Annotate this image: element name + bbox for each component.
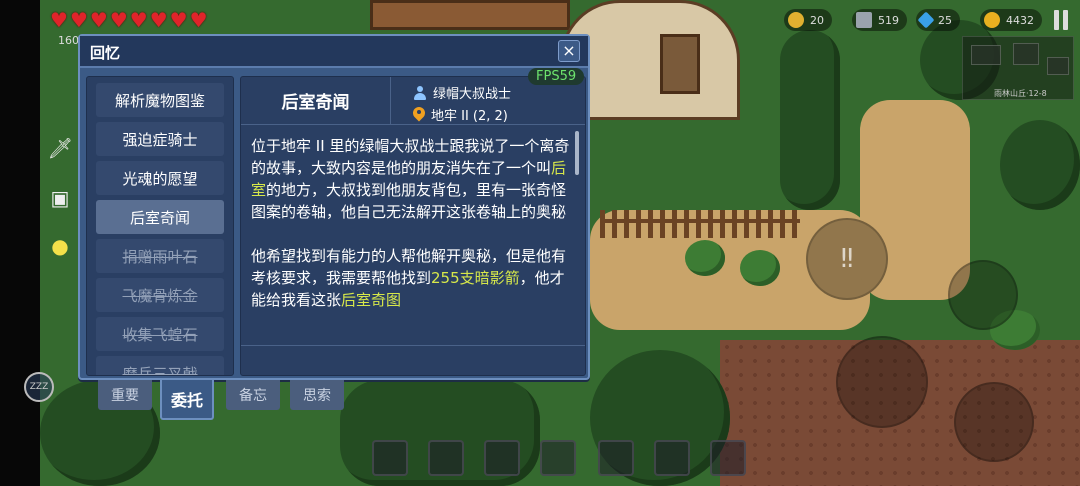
tab-commission[interactable]: 委托	[160, 380, 214, 420]
interact-button[interactable]: ‼	[806, 218, 888, 300]
left-screen-edge	[0, 0, 40, 486]
gem-resource: 25	[916, 9, 960, 31]
tab-important[interactable]: 重要	[98, 380, 152, 410]
hotbar-slot[interactable]	[428, 440, 464, 476]
attack-button[interactable]	[836, 336, 928, 428]
quest-description: 位于地牢 II 里的绿帽大叔战士跟我说了一个离奇的故事，大致内容是他的朋友消失在…	[251, 135, 577, 333]
lightbulb-icon[interactable]: ●	[48, 234, 72, 258]
minimap-room	[971, 45, 1001, 65]
tree-column	[780, 30, 840, 210]
minimap-room	[1047, 57, 1069, 75]
close-button[interactable]: ×	[558, 40, 580, 62]
ammo-count: 519	[878, 13, 899, 27]
quest-item-completed[interactable]: 收集飞蝗石	[96, 317, 224, 351]
skill-button[interactable]	[948, 260, 1018, 330]
quest-paragraph-1: 位于地牢 II 里的绿帽大叔战士跟我说了一个离奇的故事，大致内容是他的朋友消失在…	[251, 135, 577, 223]
coin-count: 4432	[1006, 13, 1034, 27]
fps-counter: FPS59	[528, 68, 585, 85]
heart-icon: ♥	[69, 8, 88, 32]
scrollbar[interactable]	[575, 131, 579, 175]
dialog-title: 回忆	[90, 44, 121, 62]
star-count: 20	[810, 13, 824, 27]
quest-title: 后室奇闻	[241, 77, 391, 125]
quest-paragraph-2: 他希望找到有能力的人帮他解开奥秘，但是他有考核要求，我需要帮他找到255支暗影箭…	[251, 245, 577, 311]
hotbar-slot[interactable]	[484, 440, 520, 476]
ammo-resource: 519	[852, 9, 907, 31]
heart-icon: ♥	[149, 8, 168, 32]
quest-giver-row: 绿帽大叔战士	[413, 83, 511, 102]
hotbar-slot[interactable]	[372, 440, 408, 476]
quest-item-completed[interactable]: 磨兵三叉戟	[96, 356, 224, 375]
hotbar-slot[interactable]	[540, 440, 576, 476]
tab-ponder[interactable]: 思索	[290, 380, 344, 410]
house-door	[660, 34, 700, 94]
arrow-ammo-icon	[856, 12, 872, 28]
sleep-button[interactable]: ZZZ	[24, 372, 54, 402]
dialog-header: 回忆 ×	[80, 36, 588, 68]
quest-item[interactable]: 解析魔物图鉴	[96, 83, 224, 117]
gem-count: 25	[938, 13, 952, 27]
star-badge-icon	[788, 12, 804, 28]
minimap-label: 雨林山丘·12-8	[994, 89, 1047, 98]
bush	[685, 240, 725, 276]
hotbar-slot[interactable]	[710, 440, 746, 476]
heart-icon: ♥	[109, 8, 128, 32]
memory-dialog: 回忆 × 解析魔物图鉴 强迫症骑士 光魂的愿望 后室奇闻 捐赠雨叶石 飞魔骨炼金…	[78, 34, 590, 380]
quest-item[interactable]: 光魂的愿望	[96, 161, 224, 195]
house-roof-left	[370, 0, 570, 30]
heart-icon: ♥	[169, 8, 188, 32]
minimap-room	[1013, 43, 1039, 65]
quest-giver: 绿帽大叔战士	[433, 87, 512, 102]
chest-icon[interactable]: ▣	[48, 186, 72, 210]
quest-location-row: 地牢 II (2, 2)	[413, 105, 508, 124]
quest-list[interactable]: 解析魔物图鉴 强迫症骑士 光魂的愿望 后室奇闻 捐赠雨叶石 飞魔骨炼金 收集飞蝗…	[86, 76, 234, 376]
hotbar-slot[interactable]	[598, 440, 634, 476]
quest-item-completed[interactable]: 飞魔骨炼金	[96, 278, 224, 312]
person-icon	[413, 85, 427, 100]
blue-gem-icon	[917, 11, 935, 29]
tab-memo[interactable]: 备忘	[226, 380, 280, 410]
text-span: 的地方，大叔找到他朋友背包，里有一张奇怪图案的卷轴，他自己无法解开这张卷轴上的奥…	[251, 181, 567, 221]
heart-icon: ♥	[89, 8, 108, 32]
location-pin-icon	[413, 107, 425, 123]
weapon-icon[interactable]: 🗡	[47, 136, 72, 160]
heart-icon: ♥	[129, 8, 148, 32]
coin-resource: 4432	[980, 9, 1042, 31]
quest-item-completed[interactable]: 捐赠雨叶石	[96, 239, 224, 273]
pause-button[interactable]	[1052, 10, 1070, 30]
dodge-button[interactable]	[954, 382, 1034, 462]
quest-item[interactable]: 强迫症骑士	[96, 122, 224, 156]
quest-location: 地牢 II (2, 2)	[431, 109, 508, 124]
fence	[600, 210, 800, 238]
tree	[1000, 120, 1080, 210]
divider	[241, 345, 585, 346]
quest-detail: 后室奇闻 绿帽大叔战士 地牢 II (2, 2) 位于地牢 II 里的绿帽大叔战…	[240, 76, 586, 376]
star-resource: 20	[784, 9, 832, 31]
text-span: 位于地牢 II 里的绿帽大叔战士跟我说了一个离奇的故事，大致内容是他的朋友消失在…	[251, 137, 570, 177]
gold-coin-icon	[984, 12, 1000, 28]
highlight-keyword: 后室奇图	[341, 291, 402, 309]
highlight-keyword: 255支暗影箭	[431, 269, 520, 287]
hotbar-slot[interactable]	[654, 440, 690, 476]
heart-icon: ♥	[50, 8, 68, 32]
quest-item-selected[interactable]: 后室奇闻	[96, 200, 224, 234]
bush	[740, 250, 780, 286]
health-hearts: ♥ ♥ ♥ ♥ ♥ ♥ ♥ ♥	[50, 10, 208, 30]
heart-icon: ♥	[189, 8, 208, 32]
